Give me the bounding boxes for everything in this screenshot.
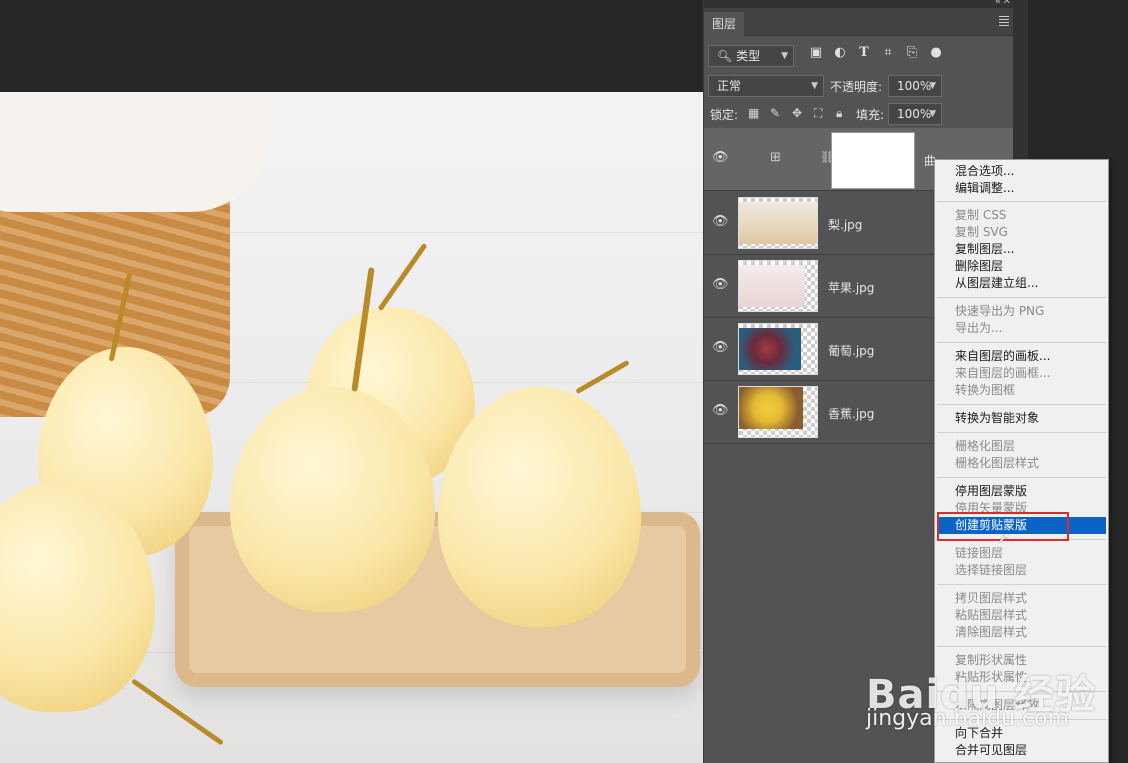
blend-mode-value: 正常 (717, 79, 742, 93)
eye-icon[interactable]: 👁︎ (712, 403, 729, 418)
blend-mode-dropdown[interactable]: 正常 ▼ (708, 75, 824, 97)
menu-separator (937, 201, 1106, 202)
menu-item-quick-export-png[interactable]: 快速导出为 PNG (955, 303, 1044, 320)
adjustment-filter-icon[interactable]: ◐ (832, 45, 848, 61)
menu-item-select-linked-layers[interactable]: 选择链接图层 (955, 562, 1027, 579)
menu-separator (937, 646, 1106, 647)
menu-item-frame-from-layers[interactable]: 来自图层的画框... (955, 365, 1050, 382)
curves-adjustment-icon: ⊞ (770, 150, 781, 165)
menu-item-paste-layer-style[interactable]: 粘贴图层样式 (955, 607, 1027, 624)
lock-move-icon[interactable]: ✥ (792, 106, 802, 120)
layer-thumbnail (738, 323, 818, 375)
image-filter-icon[interactable]: ▣ (808, 45, 824, 61)
type-filter-icon[interactable]: T (856, 45, 872, 61)
mouse-cursor-icon: ➚ (997, 528, 1011, 547)
menu-separator (937, 342, 1106, 343)
menu-item-copy-svg[interactable]: 复制 SVG (955, 224, 1008, 241)
menu-item-group-from-layers[interactable]: 从图层建立组... (955, 275, 1038, 292)
filter-type-label: 类型 (736, 49, 761, 63)
lock-transparent-icon[interactable]: ▦ (748, 106, 759, 120)
chevron-down-icon: ▼ (811, 81, 818, 91)
opacity-value: 100% (897, 79, 932, 93)
layer-mask-thumbnail[interactable] (831, 132, 915, 189)
layer-name: 苹果.jpg (828, 281, 875, 295)
opacity-label: 不透明度: (830, 80, 883, 94)
pear-stem (377, 242, 428, 312)
filter-toggle-icon[interactable]: ● (928, 45, 944, 61)
close-icon[interactable]: ✕ (1003, 0, 1011, 7)
layer-name: 梨.jpg (828, 218, 863, 232)
layer-thumbnail (738, 386, 818, 438)
menu-item-link-layers[interactable]: 链接图层 (955, 545, 1003, 562)
panel-tab-bar: 图层 (704, 8, 1013, 36)
layer-thumbnail (738, 260, 818, 312)
lock-brush-icon[interactable]: ✎ (770, 106, 780, 120)
collapse-icon[interactable]: « (995, 0, 1001, 7)
tab-layers[interactable]: 图层 (704, 12, 744, 36)
menu-separator (937, 297, 1106, 298)
eye-icon[interactable]: 👁︎ (712, 150, 729, 165)
lock-artboard-icon[interactable]: ⛶ (814, 106, 822, 121)
chevron-down-icon: ▼ (781, 51, 788, 61)
document-canvas[interactable] (0, 92, 703, 763)
search-icon: 🔍︎ (717, 49, 733, 63)
menu-item-export-as[interactable]: 导出为... (955, 320, 1002, 337)
chevron-down-icon: ▼ (929, 81, 936, 91)
menu-item-disable-layer-mask[interactable]: 停用图层蒙版 (955, 483, 1027, 500)
opacity-field[interactable]: 100% ▼ (888, 75, 942, 97)
pear-stem (131, 678, 224, 746)
menu-item-convert-to-frame[interactable]: 转换为图框 (955, 382, 1015, 399)
eye-icon[interactable]: 👁︎ (712, 277, 729, 292)
fill-field[interactable]: 100% ▼ (888, 103, 942, 125)
menu-separator (937, 477, 1106, 478)
white-cloth (0, 92, 270, 212)
menu-item-artboard-from-layers[interactable]: 来自图层的画板... (955, 348, 1050, 365)
fill-label: 填充: (856, 108, 885, 122)
menu-item-rasterize-layer-style[interactable]: 栅格化图层样式 (955, 455, 1039, 472)
menu-item-duplicate-layer[interactable]: 复制图层... (955, 241, 1014, 258)
menu-item-delete-layer[interactable]: 删除图层 (955, 258, 1003, 275)
filter-type-dropdown[interactable]: 🔍︎ 类型 ▼ (708, 45, 794, 67)
layer-name: 葡萄.jpg (828, 344, 875, 358)
lock-all-icon[interactable]: 🔒︎ (836, 106, 842, 121)
baidu-watermark-url: jingyan.baidu.com (866, 706, 1070, 731)
pear-stem (575, 359, 630, 395)
menu-separator (937, 584, 1106, 585)
menu-item-clear-layer-style[interactable]: 清除图层样式 (955, 624, 1027, 641)
menu-separator (937, 404, 1106, 405)
menu-item-merge-visible[interactable]: 合并可见图层 (955, 742, 1027, 759)
pear (438, 387, 641, 627)
panel-top-bar: « ✕ (704, 0, 1013, 8)
menu-item-copy-layer-style[interactable]: 拷贝图层样式 (955, 590, 1027, 607)
smart-object-filter-icon[interactable]: ⎘ (904, 45, 920, 61)
fill-value: 100% (897, 107, 932, 121)
eye-icon[interactable]: 👁︎ (712, 340, 729, 355)
menu-item-edit-adjustment[interactable]: 编辑调整... (955, 180, 1014, 197)
menu-item-copy-css[interactable]: 复制 CSS (955, 207, 1006, 224)
menu-separator (937, 432, 1106, 433)
panel-menu-icon[interactable] (999, 16, 1009, 28)
menu-item-rasterize-layer[interactable]: 栅格化图层 (955, 438, 1015, 455)
chevron-down-icon: ▼ (929, 109, 936, 119)
shape-filter-icon[interactable]: ⌗ (880, 45, 896, 61)
lock-label: 锁定: (710, 108, 739, 122)
layer-name: 香蕉.jpg (828, 407, 875, 421)
eye-icon[interactable]: 👁︎ (712, 214, 729, 229)
layer-thumbnail (738, 197, 818, 249)
menu-item-convert-to-smart-object[interactable]: 转换为智能对象 (955, 410, 1039, 427)
menu-item-blending-options[interactable]: 混合选项... (955, 163, 1014, 180)
